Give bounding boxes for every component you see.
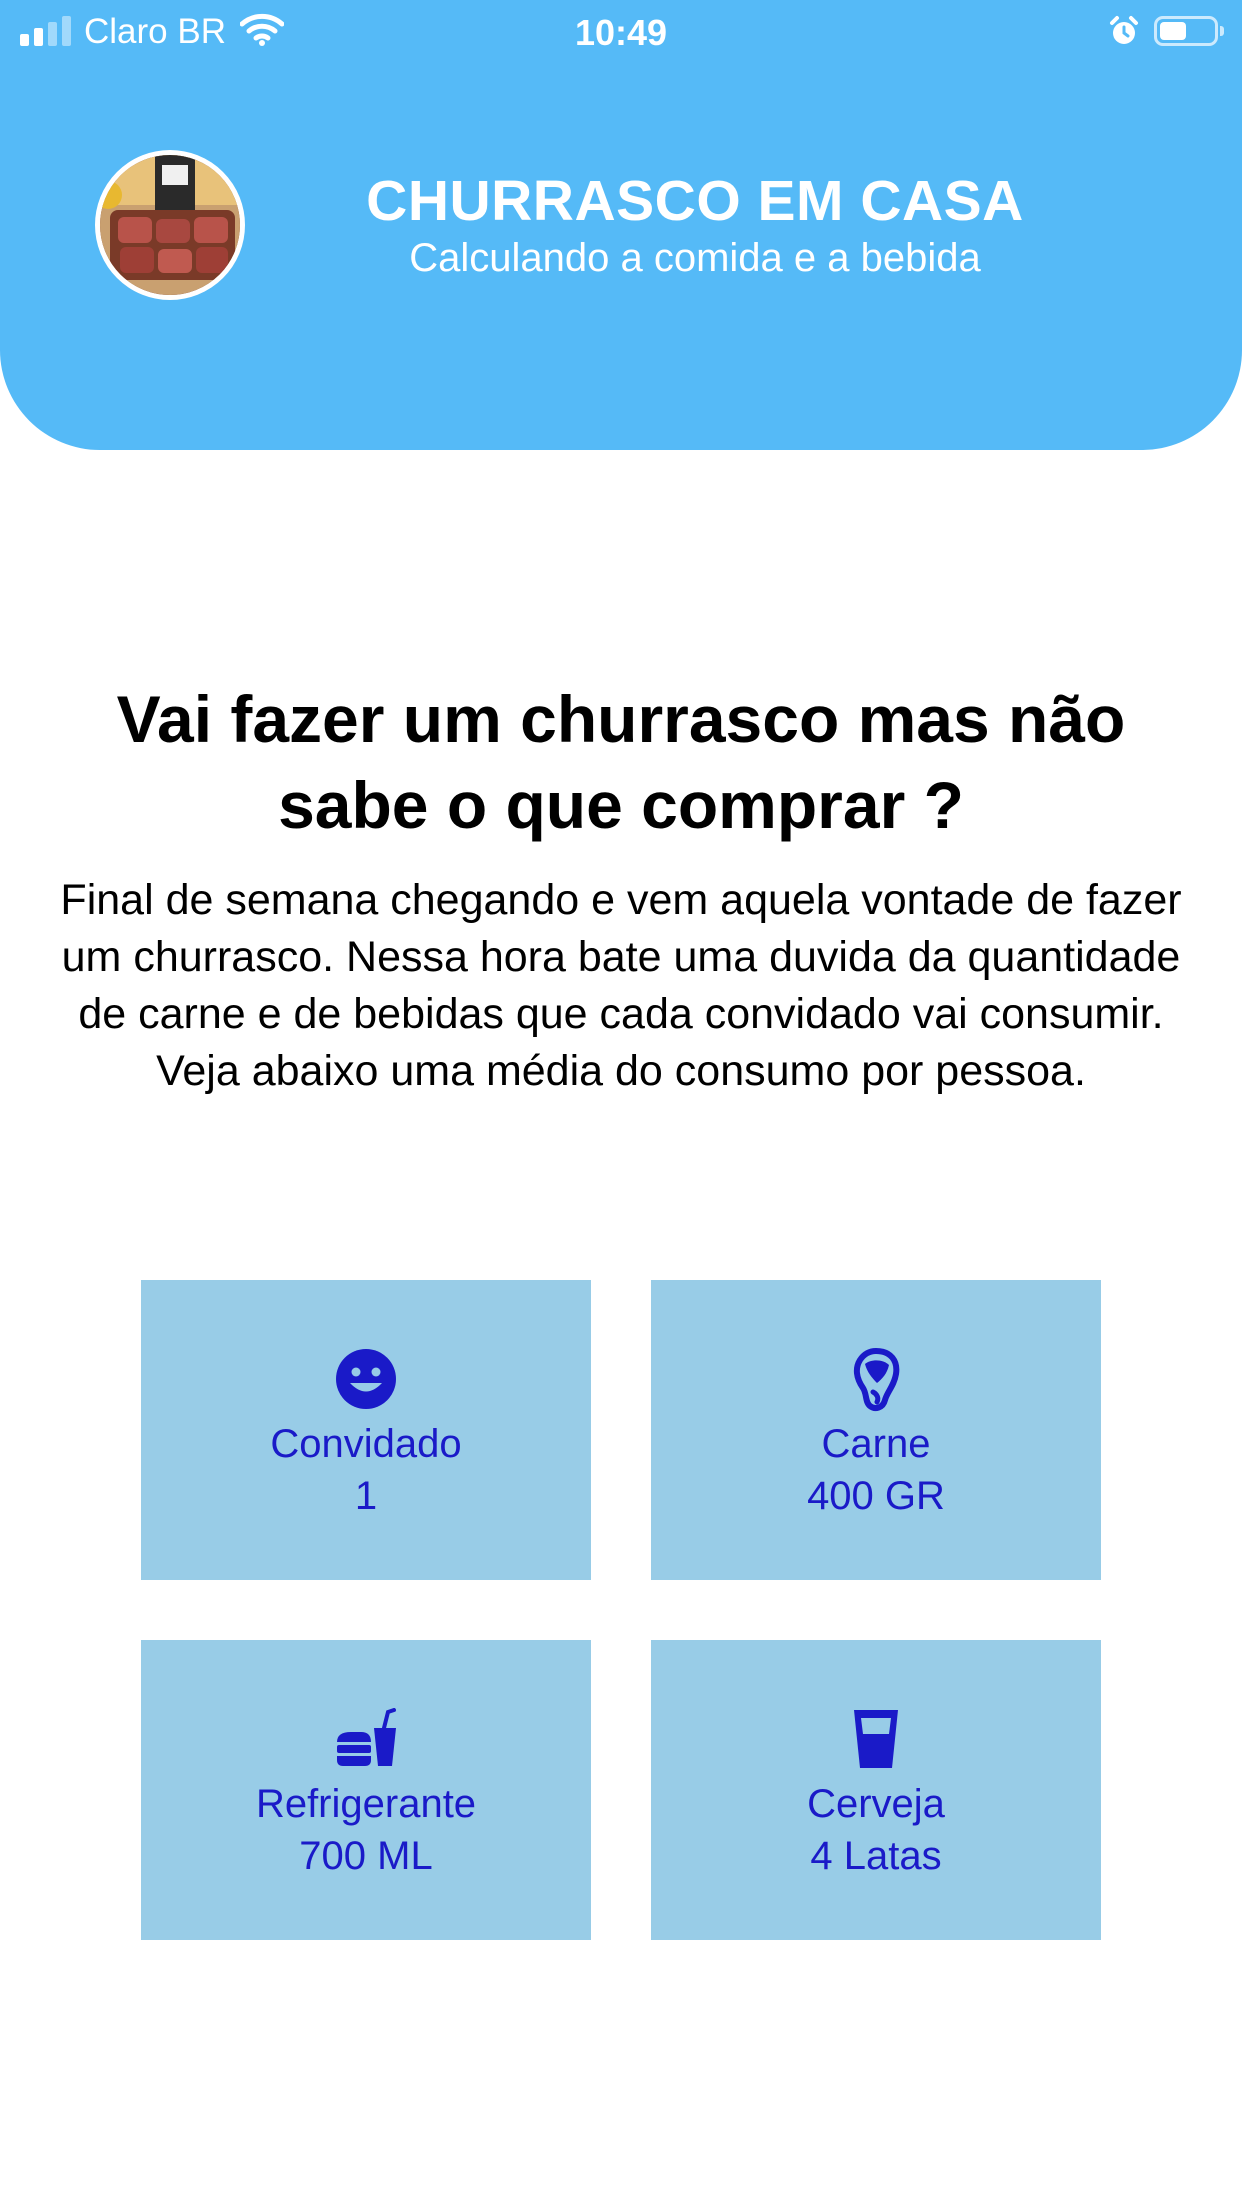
app-screen: Claro BR 10:49 CHURRASCO EM CASA Calcula… [0,0,1242,2208]
page-headline: Vai fazer um churrasco mas não sabe o qu… [116,682,1126,842]
card-label: Convidado [270,1422,462,1466]
status-bar: Claro BR 10:49 [0,0,1242,64]
card-guests[interactable]: Convidado 1 [141,1280,591,1580]
glass-icon [651,1708,1101,1772]
card-meat[interactable]: Carne 400 GR [651,1280,1101,1580]
card-value: 700 ML [299,1834,433,1878]
card-value: 1 [354,1474,378,1518]
app-logo-avatar [95,150,245,300]
header: Claro BR 10:49 CHURRASCO EM CASA Calcula… [0,0,1242,450]
card-value: 400 GR [807,1474,945,1518]
card-label: Refrigerante [255,1782,477,1826]
card-value: 4 Latas [810,1834,942,1878]
card-beer[interactable]: Cerveja 4 Latas [651,1640,1101,1940]
card-label: Cerveja [807,1782,945,1826]
meat-icon [651,1348,1101,1412]
header-subtitle: Calculando a comida e a bebida [409,236,981,280]
header-title: CHURRASCO EM CASA [366,169,1024,233]
smiley-icon [141,1348,591,1412]
status-time: 10:49 [574,12,668,53]
page-description: Final de semana chegando e vem aquela vo… [60,876,1182,1095]
card-label: Carne [821,1422,931,1466]
card-soda[interactable]: Refrigerante 700 ML [141,1640,591,1940]
battery-icon [1154,16,1224,46]
fastfood-icon [141,1708,591,1772]
alarm-icon [1108,14,1140,56]
